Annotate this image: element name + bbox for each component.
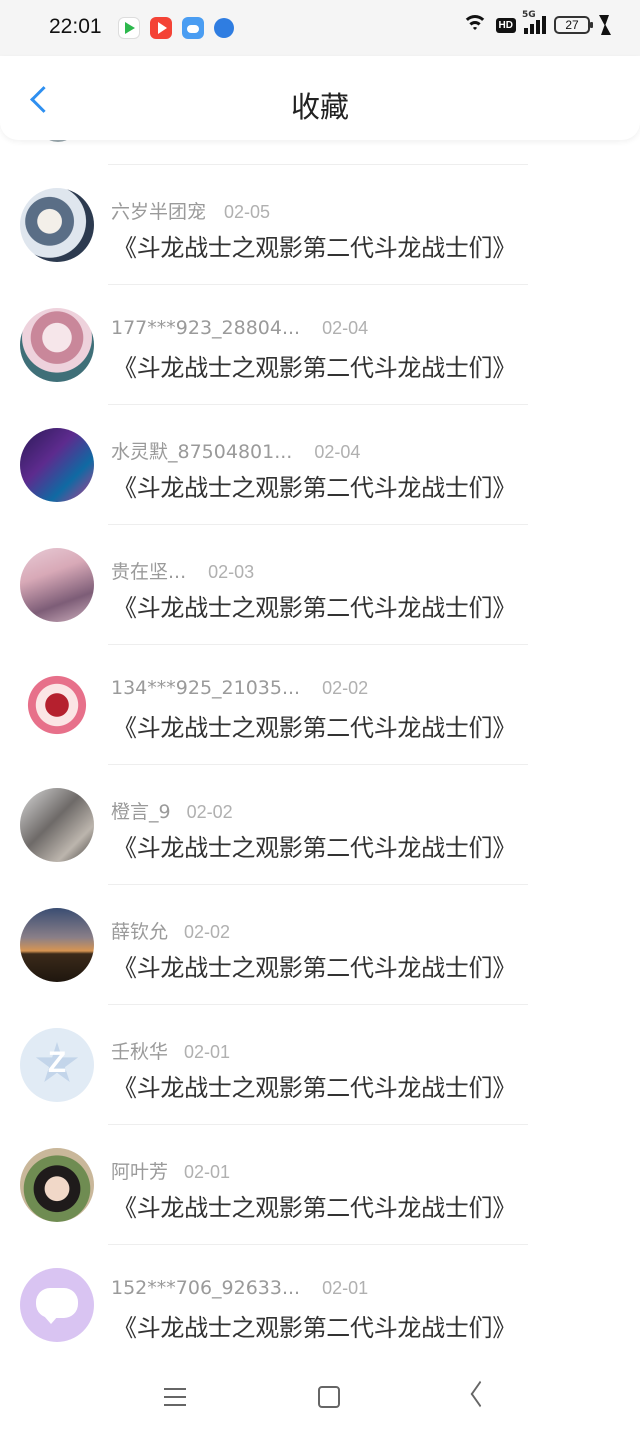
- list-item[interactable]: 阿叶芳 02-01 《斗龙战士之观影第二代斗龙战士们》: [0, 1125, 640, 1245]
- status-time: 22:01: [49, 15, 102, 38]
- item-title: 《斗龙战士之观影第二代斗龙战士们》: [113, 594, 516, 622]
- username: 177***923_28804...: [111, 317, 301, 339]
- avatar: [20, 668, 94, 742]
- username: 134***925_21035...: [111, 677, 301, 699]
- item-title: 《斗龙战士之观影第二代斗龙战士们》: [113, 714, 516, 742]
- date: 02-01: [322, 1278, 369, 1298]
- back-triangle-icon[interactable]: [460, 1380, 500, 1414]
- avatar: [20, 428, 94, 502]
- date: 02-01: [184, 1042, 231, 1062]
- avatar: [20, 308, 94, 382]
- item-title: 《斗龙战士之观影第二代斗龙战士们》: [113, 234, 516, 262]
- username: 水灵默_87504801...: [111, 441, 293, 463]
- item-title: 《斗龙战士之观影第二代斗龙战士们》: [113, 1314, 516, 1342]
- item-title: 《斗龙战士之观影第二代斗龙战士们》: [113, 354, 516, 382]
- list-item[interactable]: 152***706_92633... 02-01 《斗龙战士之观影第二代斗龙战士们…: [0, 1245, 640, 1360]
- status-bar: 22:01 HD 5G 27: [0, 0, 640, 56]
- username: 六岁半团宠: [111, 201, 207, 223]
- app-store-icon: [118, 17, 140, 39]
- avatar: [20, 188, 94, 262]
- date: 02-03: [208, 562, 255, 582]
- avatar: [20, 1268, 94, 1342]
- list-item[interactable]: 177***923_28804... 02-04 《斗龙战士之观影第二代斗龙战士们…: [0, 285, 640, 405]
- item-title: 《斗龙战士之观影第二代斗龙战士们》: [113, 474, 516, 502]
- video-app-icon: [150, 17, 172, 39]
- header-bar: 收藏: [0, 56, 640, 140]
- notification-icons: [118, 17, 234, 39]
- list-item[interactable]: 薛钦允 02-02 《斗龙战士之观影第二代斗龙战士们》: [0, 885, 640, 1005]
- hd-icon: HD: [495, 17, 516, 33]
- username: 阿叶芳: [111, 1161, 169, 1183]
- menu-icon[interactable]: [155, 1380, 195, 1414]
- username: 152***706_92633...: [111, 1277, 301, 1299]
- avatar: [20, 908, 94, 982]
- date: 02-04: [314, 442, 361, 462]
- item-title: 《斗龙战士之观影第二代斗龙战士们》: [113, 954, 516, 982]
- avatar: [20, 548, 94, 622]
- username: 薛钦允: [111, 921, 169, 943]
- list-item[interactable]: 贵在坚... 02-03 《斗龙战士之观影第二代斗龙战士们》: [0, 525, 640, 645]
- avatar: [38, 140, 78, 142]
- item-title: 《斗龙战士之观影第二代斗龙战士们》: [113, 834, 516, 862]
- list-item[interactable]: 六岁半团宠 02-05 《斗龙战士之观影第二代斗龙战士们》: [0, 165, 640, 285]
- list-item[interactable]: 壬秋华 02-01 《斗龙战士之观影第二代斗龙战士们》: [0, 1005, 640, 1125]
- date: 02-01: [184, 1162, 231, 1182]
- page-title: 收藏: [290, 90, 349, 124]
- avatar: [20, 1148, 94, 1222]
- cloud-app-icon: [182, 17, 204, 39]
- signal-group: 5G: [522, 10, 546, 34]
- date: 02-02: [186, 802, 233, 822]
- date: 02-02: [322, 678, 369, 698]
- list-item-partial[interactable]: [0, 140, 640, 165]
- date: 02-02: [184, 922, 231, 942]
- home-icon[interactable]: [308, 1380, 348, 1414]
- avatar: [20, 1028, 94, 1102]
- avatar: [20, 788, 94, 862]
- list-item[interactable]: 水灵默_87504801... 02-04 《斗龙战士之观影第二代斗龙战士们》: [0, 405, 640, 525]
- username: 橙言_9: [111, 801, 171, 823]
- system-nav-bar: [0, 1360, 640, 1433]
- system-icons: HD 5G 27: [461, 10, 611, 35]
- item-title: 《斗龙战士之观影第二代斗龙战士们》: [113, 1074, 516, 1102]
- list-item[interactable]: 134***925_21035... 02-02 《斗龙战士之观影第二代斗龙战士们…: [0, 645, 640, 765]
- network-label: 5G: [522, 10, 536, 20]
- item-title: 《斗龙战士之观影第二代斗龙战士们》: [113, 1194, 516, 1222]
- date: 02-05: [224, 202, 271, 222]
- username: 贵在坚...: [111, 561, 187, 583]
- favorites-list[interactable]: 六岁半团宠 02-05 《斗龙战士之观影第二代斗龙战士们》 177***923_2…: [0, 140, 640, 1360]
- date: 02-04: [322, 318, 369, 338]
- list-item[interactable]: 橙言_9 02-02 《斗龙战士之观影第二代斗龙战士们》: [0, 765, 640, 885]
- username: 壬秋华: [111, 1041, 169, 1063]
- battery-icon: 27: [554, 16, 593, 34]
- charging-icon: [598, 15, 611, 35]
- wifi-icon: [461, 15, 488, 35]
- browser-app-icon: [214, 18, 234, 38]
